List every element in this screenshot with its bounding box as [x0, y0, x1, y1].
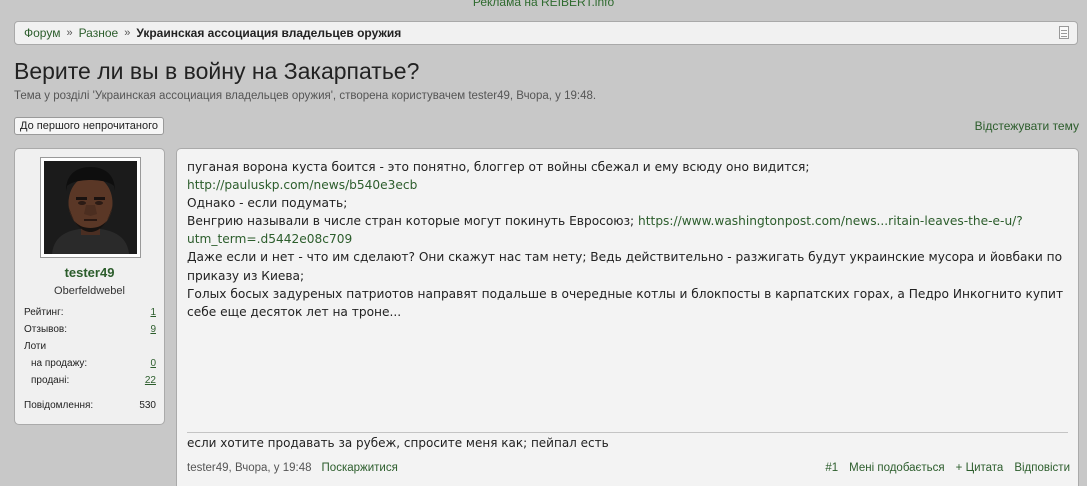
stat-messages-label: Повідомлення:: [24, 400, 94, 411]
username-link[interactable]: tester49: [15, 265, 164, 280]
user-rank: Oberfeldwebel: [54, 285, 125, 297]
stat-for-sale-label: на продажу:: [31, 358, 88, 369]
stat-reviews-label: Отзывов:: [24, 324, 67, 335]
page-icon[interactable]: [1059, 26, 1069, 39]
reply-link[interactable]: Відповісти: [1014, 462, 1070, 474]
breadcrumb-separator: »: [124, 27, 131, 39]
post-number-link[interactable]: #1: [825, 462, 838, 474]
user-info-card: tester49 Oberfeldwebel Рейтинг: 1 Отзыво…: [14, 148, 165, 425]
stat-rating-value[interactable]: 1: [150, 307, 156, 318]
stat-messages-value: 530: [139, 400, 156, 411]
first-unread-button[interactable]: До першого непрочитаного: [14, 117, 164, 135]
post-line: Голых босых задуреных патриотов направят…: [187, 286, 1064, 319]
post-line: Однако - если подумать;: [187, 196, 348, 211]
stat-sold-value[interactable]: 22: [145, 375, 156, 386]
breadcrumb-separator: »: [66, 27, 73, 39]
watch-thread-link[interactable]: Відстежувати тему: [975, 119, 1079, 133]
signature-divider: [187, 432, 1068, 433]
stat-rating: Рейтинг: 1: [24, 307, 156, 318]
like-link[interactable]: Мені подобається: [849, 462, 945, 474]
stat-sold-label: продані:: [31, 375, 70, 386]
stat-lots: Лоти: [24, 341, 156, 352]
post-line: Даже если и нет - что им сделают? Они ск…: [187, 250, 1063, 283]
thread-meta: Тема у розділі 'Украинская ассоциация вл…: [14, 90, 597, 102]
stat-rating-label: Рейтинг:: [24, 307, 64, 318]
stat-messages: Повідомлення: 530: [24, 400, 156, 411]
post-link[interactable]: http://pauluskp.com/news/b540e3ecb: [187, 178, 417, 192]
stat-for-sale-value[interactable]: 0: [150, 358, 156, 369]
breadcrumb: Форум » Разное » Украинская ассоциация в…: [14, 21, 1078, 45]
post-line: Венгрию называли в числе стран которые м…: [187, 214, 639, 229]
breadcrumb-current-section[interactable]: Украинская ассоциация владельцев оружия: [136, 26, 401, 40]
breadcrumb-misc[interactable]: Разное: [79, 26, 119, 40]
avatar[interactable]: [40, 157, 141, 258]
stat-for-sale: на продажу: 0: [24, 358, 156, 369]
breadcrumb-forum[interactable]: Форум: [24, 26, 60, 40]
quote-link[interactable]: + Цитата: [956, 462, 1004, 474]
post-author-date[interactable]: tester49, Вчора, у 19:48: [187, 462, 312, 474]
post-message: пуганая ворона куста боится - это понятн…: [176, 148, 1079, 486]
post-body: пуганая ворона куста боится - это понятн…: [187, 158, 1067, 321]
stat-reviews: Отзывов: 9: [24, 324, 156, 335]
stat-reviews-value[interactable]: 9: [150, 324, 156, 335]
signature: если хотите продавать за рубеж, спросите…: [187, 436, 609, 450]
ad-banner-link[interactable]: Реклама на REIBERT.info: [0, 0, 1087, 9]
report-link[interactable]: Поскаржитися: [322, 462, 398, 474]
page-title: Верите ли вы в войну на Закарпатье?: [14, 58, 420, 84]
post-footer: tester49, Вчора, у 19:48 Поскаржитися #1…: [187, 462, 1070, 474]
stat-sold: продані: 22: [24, 375, 156, 386]
post-line: пуганая ворона куста боится - это понятн…: [187, 160, 810, 174]
stat-lots-label: Лоти: [24, 341, 47, 352]
user-avatar-icon: [44, 161, 137, 254]
